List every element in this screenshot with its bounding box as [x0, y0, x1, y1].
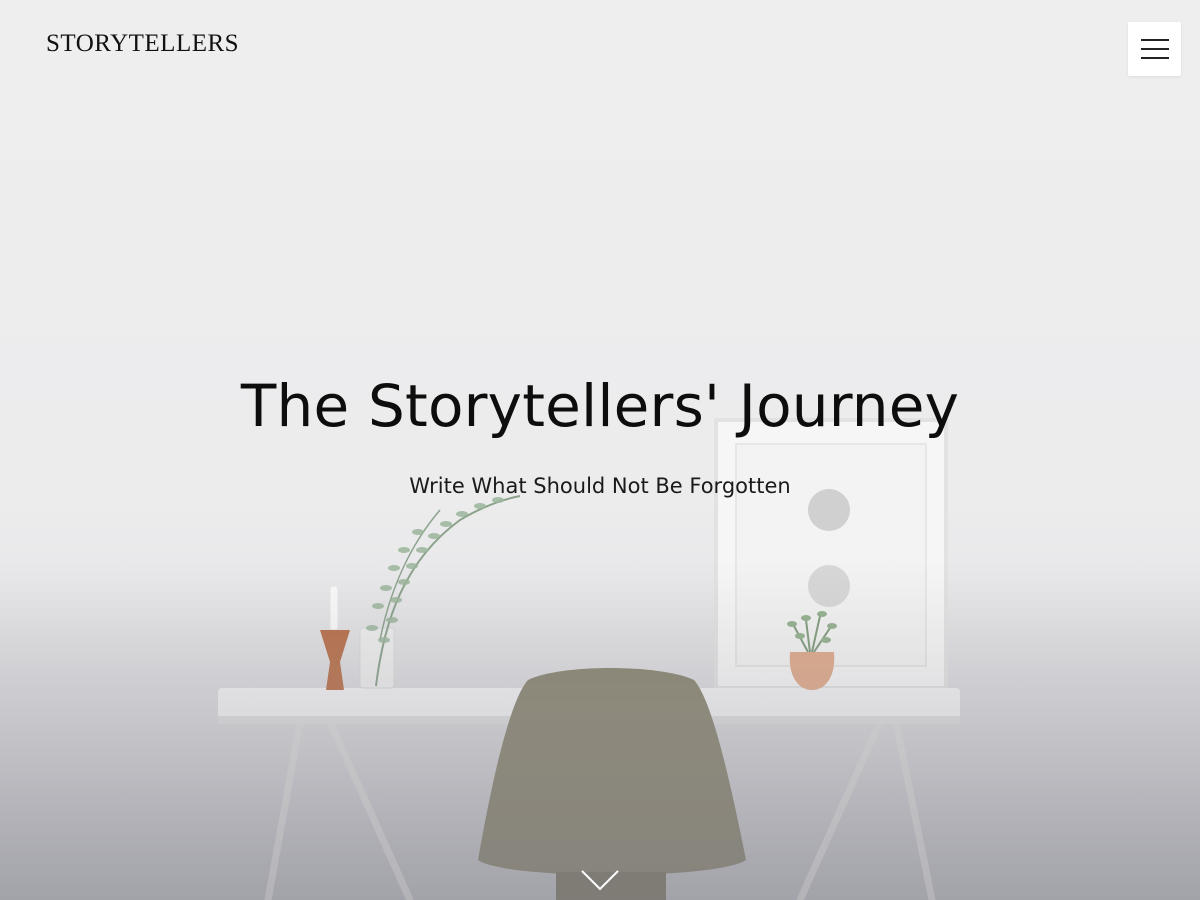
site-logo[interactable]: STORYTELLERS: [46, 30, 239, 58]
hero-subtitle: Write What Should Not Be Forgotten: [409, 474, 791, 498]
hero-title: The Storytellers' Journey: [240, 372, 960, 440]
plant-branch: [359, 495, 521, 689]
menu-button[interactable]: [1128, 22, 1181, 76]
scroll-down-button[interactable]: [578, 866, 622, 894]
hero-section: STORYTELLERS The Storytellers' Journey W…: [0, 0, 1200, 900]
hero-background-image: [218, 418, 960, 900]
hamburger-menu-icon: [1140, 39, 1169, 59]
picture-frame: [714, 418, 948, 690]
chevron-down-icon: [581, 870, 619, 891]
candle-holder: [320, 585, 350, 690]
